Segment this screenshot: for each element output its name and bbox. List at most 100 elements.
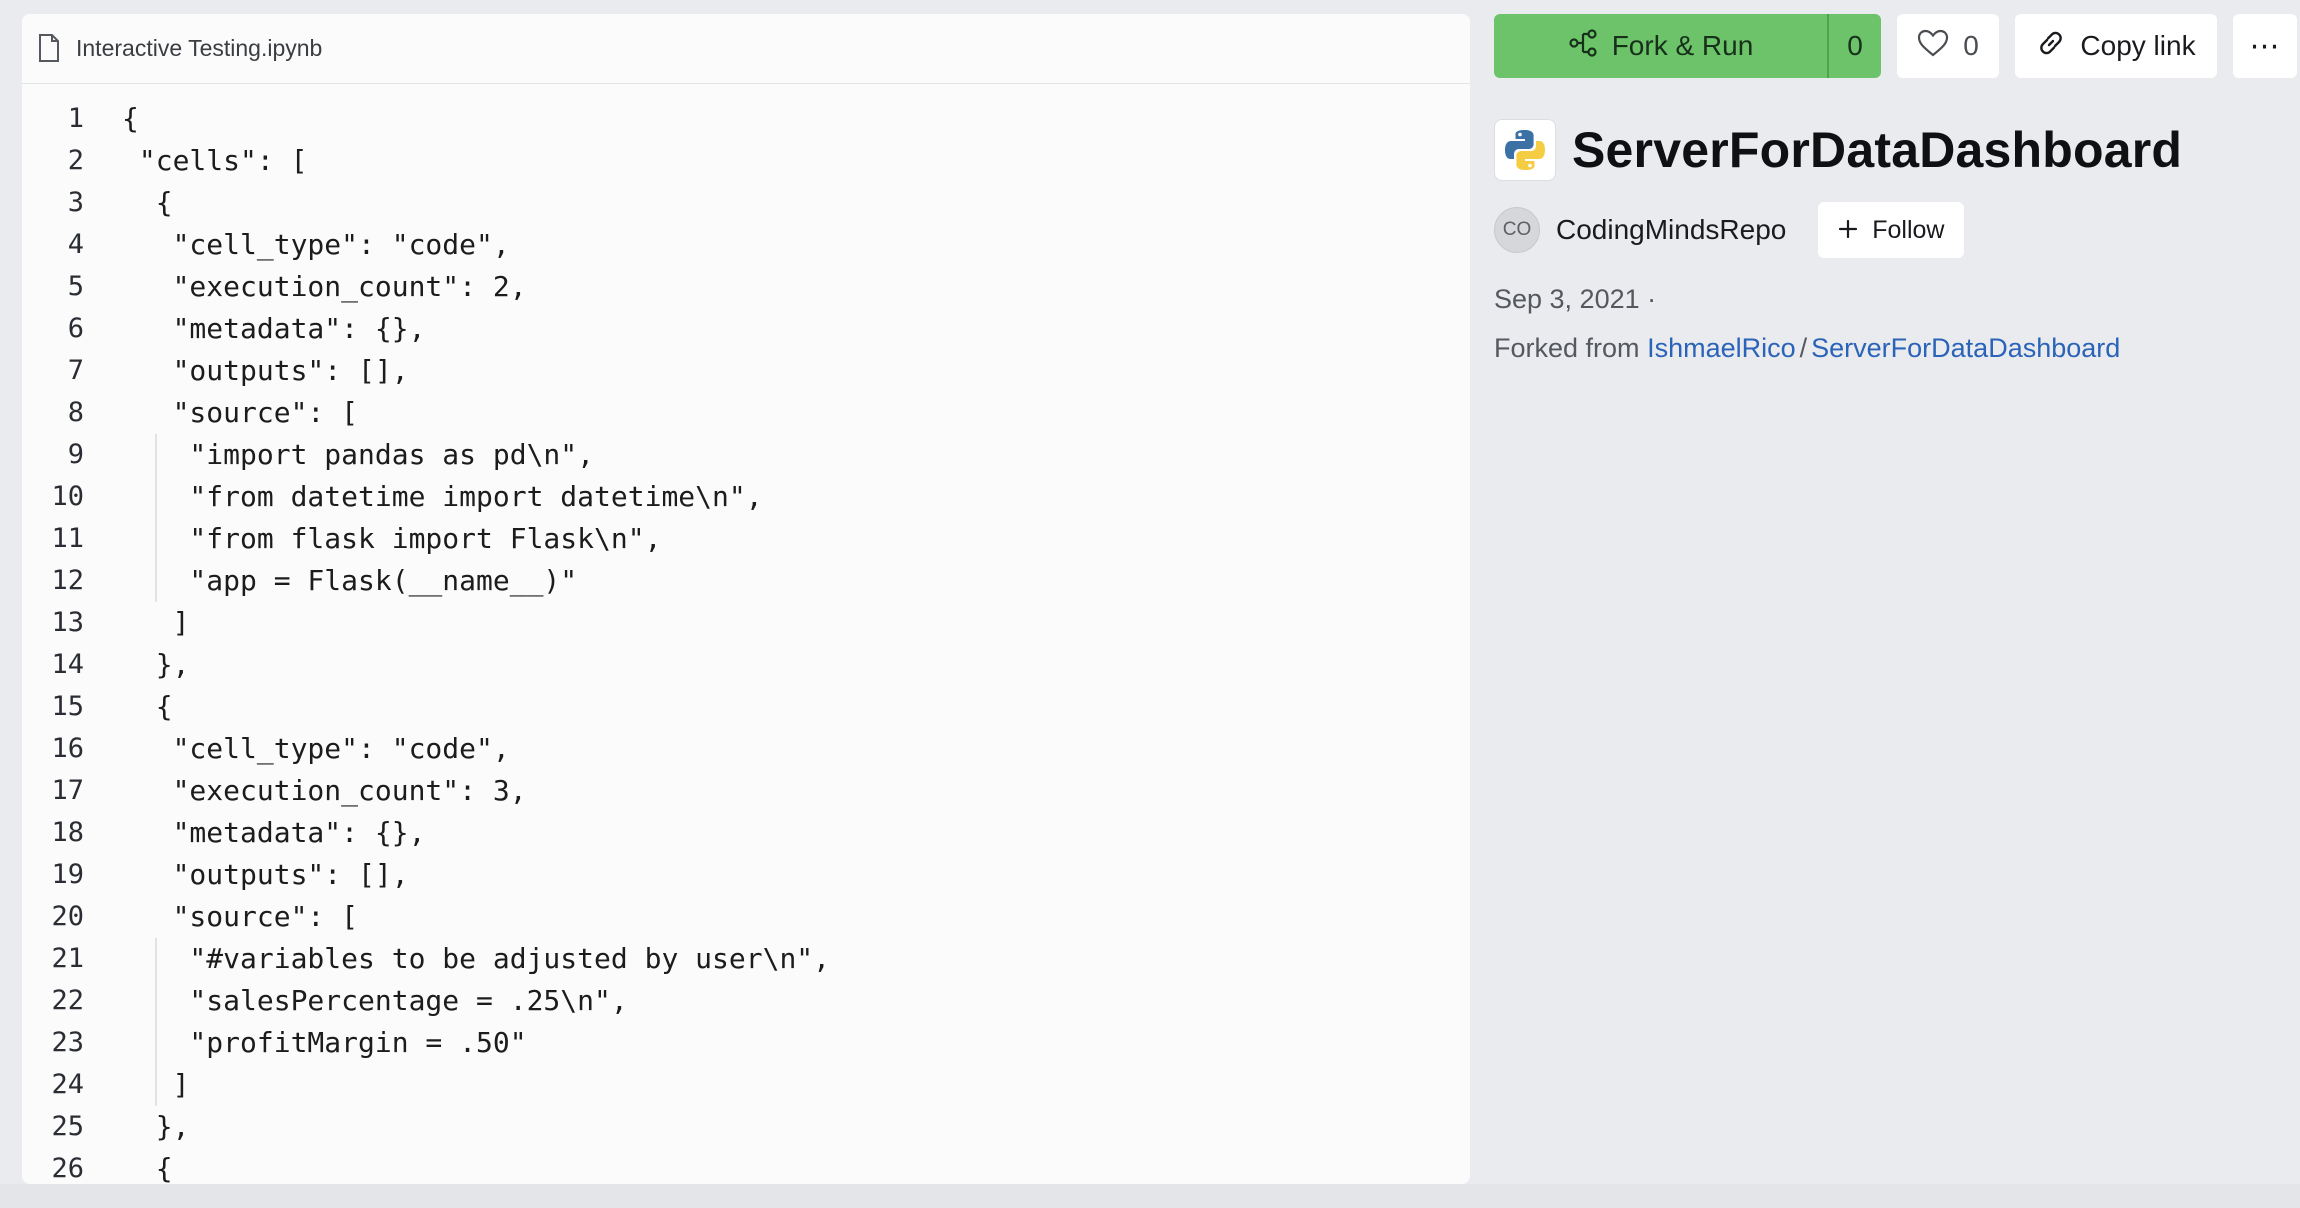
code-line[interactable]: 18 "metadata": {}, <box>22 812 1470 854</box>
code-text: "outputs": [], <box>122 858 409 891</box>
like-count: 0 <box>1963 30 1979 61</box>
fork-source-user-link[interactable]: IshmaelRico <box>1647 333 1796 363</box>
code-area[interactable]: 1{2 "cells": [3 {4 "cell_type": "code", 5… <box>22 98 1470 1184</box>
file-tab[interactable]: Interactive Testing.ipynb <box>22 14 1470 84</box>
top-strip <box>0 0 2300 14</box>
line-number: 25 <box>51 1111 84 1142</box>
code-text: "execution_count": 3, <box>122 774 527 807</box>
code-line[interactable]: 26 { <box>22 1148 1470 1184</box>
fork-run-main[interactable]: Fork & Run <box>1494 14 1827 78</box>
code-line[interactable]: 21 "#variables to be adjusted by user\n"… <box>22 938 1470 980</box>
code-text: { <box>122 1152 173 1184</box>
line-number: 17 <box>51 775 84 806</box>
avatar[interactable]: CO <box>1494 207 1540 253</box>
plus-icon <box>1838 215 1858 245</box>
line-number: 21 <box>51 943 84 974</box>
code-line[interactable]: 1{ <box>22 98 1470 140</box>
code-text: "metadata": {}, <box>122 312 426 345</box>
line-number: 9 <box>67 439 84 470</box>
file-name: Interactive Testing.ipynb <box>76 35 323 61</box>
code-line[interactable]: 19 "outputs": [], <box>22 854 1470 896</box>
code-line[interactable]: 17 "execution_count": 3, <box>22 770 1470 812</box>
line-number: 3 <box>67 187 84 218</box>
code-text: { <box>122 186 173 219</box>
code-line[interactable]: 12 "app = Flask(__name__)" <box>22 560 1470 602</box>
code-text: }, <box>122 648 190 681</box>
line-number: 8 <box>67 397 84 428</box>
fork-run-button[interactable]: Fork & Run 0 <box>1494 14 1881 78</box>
fork-source-repl-link[interactable]: ServerForDataDashboard <box>1811 333 2120 363</box>
heart-icon <box>1917 29 1949 64</box>
code-text: }, <box>122 1110 190 1143</box>
line-number: 23 <box>51 1027 84 1058</box>
code-text: ] <box>122 606 190 639</box>
more-options-button[interactable]: ⋯ <box>2233 14 2297 78</box>
forked-prefix: Forked from <box>1494 333 1640 363</box>
owner-name-link[interactable]: CodingMindsRepo <box>1556 214 1786 246</box>
follow-button[interactable]: Follow <box>1818 202 1965 258</box>
code-line[interactable]: 22 "salesPercentage = .25\n", <box>22 980 1470 1022</box>
fork-count[interactable]: 0 <box>1827 14 1881 78</box>
code-line[interactable]: 11 "from flask import Flask\n", <box>22 518 1470 560</box>
code-text: "#variables to be adjusted by user\n", <box>122 942 831 975</box>
code-line[interactable]: 24 ] <box>22 1064 1470 1106</box>
code-line[interactable]: 3 { <box>22 182 1470 224</box>
fork-icon <box>1568 28 1598 65</box>
code-line[interactable]: 10 "from datetime import datetime\n", <box>22 476 1470 518</box>
link-icon <box>2036 28 2066 65</box>
code-text: "from datetime import datetime\n", <box>122 480 763 513</box>
code-text: "source": [ <box>122 396 359 429</box>
code-text: "cells": [ <box>122 144 308 177</box>
code-line[interactable]: 15 { <box>22 686 1470 728</box>
follow-label: Follow <box>1872 215 1945 244</box>
forked-from: Forked from IshmaelRico / ServerForDataDas… <box>1494 333 2300 364</box>
code-text: "import pandas as pd\n", <box>122 438 595 471</box>
fork-run-label: Fork & Run <box>1611 30 1754 61</box>
code-text: "cell_type": "code", <box>122 732 510 765</box>
line-number: 24 <box>51 1069 84 1100</box>
publish-date: Sep 3, 2021 · <box>1494 284 1657 314</box>
line-number: 16 <box>51 733 84 764</box>
line-number: 2 <box>67 145 84 176</box>
line-number: 13 <box>51 607 84 638</box>
code-line[interactable]: 14 }, <box>22 644 1470 686</box>
code-text: "source": [ <box>122 900 359 933</box>
code-line[interactable]: 23 "profitMargin = .50" <box>22 1022 1470 1064</box>
copy-link-button[interactable]: Copy link <box>2015 14 2217 78</box>
code-line[interactable]: 7 "outputs": [], <box>22 350 1470 392</box>
line-number: 19 <box>51 859 84 890</box>
action-bar: Fork & Run 0 0 Copy link ⋯ <box>1494 14 2300 78</box>
line-number: 7 <box>67 355 84 386</box>
line-number: 5 <box>67 271 84 302</box>
code-text: { <box>122 102 139 135</box>
code-line[interactable]: 4 "cell_type": "code", <box>22 224 1470 266</box>
code-line[interactable]: 5 "execution_count": 2, <box>22 266 1470 308</box>
line-number: 26 <box>51 1153 84 1184</box>
line-number: 18 <box>51 817 84 848</box>
line-number: 22 <box>51 985 84 1016</box>
code-line[interactable]: 6 "metadata": {}, <box>22 308 1470 350</box>
line-number: 10 <box>51 481 84 512</box>
code-text: "execution_count": 2, <box>122 270 527 303</box>
code-text: "outputs": [], <box>122 354 409 387</box>
line-number: 20 <box>51 901 84 932</box>
like-button[interactable]: 0 <box>1897 14 1999 78</box>
file-icon <box>38 33 62 64</box>
line-number: 4 <box>67 229 84 260</box>
code-text: ] <box>122 1068 190 1101</box>
code-line[interactable]: 25 }, <box>22 1106 1470 1148</box>
code-line[interactable]: 2 "cells": [ <box>22 140 1470 182</box>
code-text: { <box>122 690 173 723</box>
code-line[interactable]: 20 "source": [ <box>22 896 1470 938</box>
code-line[interactable]: 8 "source": [ <box>22 392 1470 434</box>
code-text: "salesPercentage = .25\n", <box>122 984 628 1017</box>
code-text: "cell_type": "code", <box>122 228 510 261</box>
code-line[interactable]: 16 "cell_type": "code", <box>22 728 1470 770</box>
owner-row: CO CodingMindsRepo Follow <box>1494 202 2300 258</box>
python-icon <box>1494 119 1556 181</box>
more-icon: ⋯ <box>2249 29 2281 63</box>
code-line[interactable]: 13 ] <box>22 602 1470 644</box>
code-line[interactable]: 9 "import pandas as pd\n", <box>22 434 1470 476</box>
bottom-scroll-strip <box>0 1184 2300 1208</box>
code-text: "profitMargin = .50" <box>122 1026 527 1059</box>
